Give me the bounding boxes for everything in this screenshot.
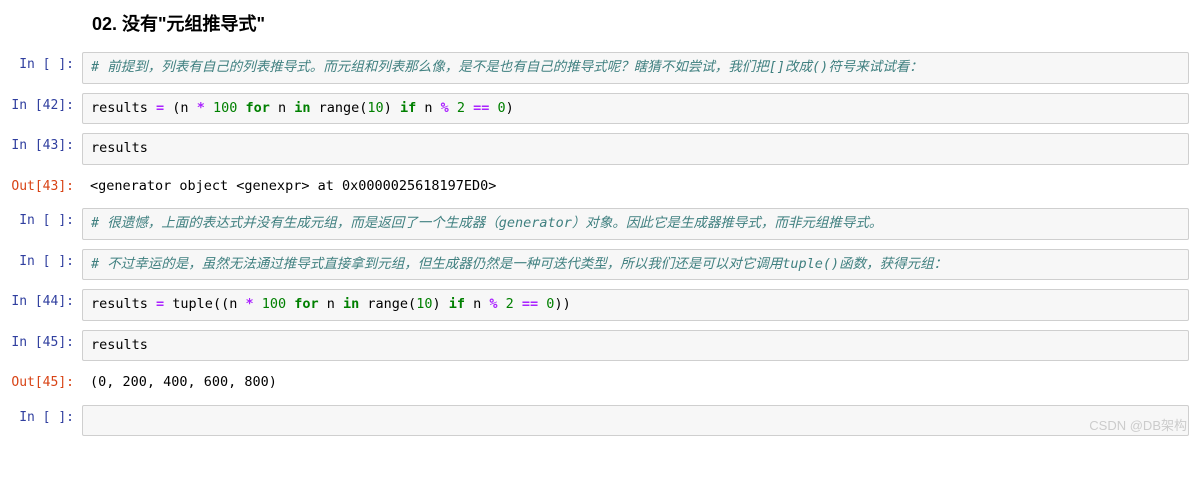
code-token: tuple((n: [164, 296, 245, 312]
code-token: 0: [538, 296, 554, 312]
code-token: n: [319, 296, 343, 312]
output-prompt: Out[45]:: [0, 370, 82, 391]
code-token: ==: [514, 296, 538, 312]
code-token: in: [343, 296, 359, 312]
code-token: )): [554, 296, 570, 312]
code-cell: In [ ]: # 前提到，列表有自己的列表推导式。而元组和列表那么像，是不是也…: [0, 49, 1197, 87]
section-heading: 02. 没有"元组推导式": [0, 0, 1197, 46]
code-input[interactable]: results = tuple((n * 100 for n in range(…: [82, 289, 1189, 321]
code-cell: In [42]: results = (n * 100 for n in ran…: [0, 90, 1197, 128]
code-token: (n: [164, 100, 197, 116]
code-output: (0, 200, 400, 600, 800): [82, 370, 1189, 396]
input-prompt: In [ ]:: [0, 52, 82, 73]
code-token: in: [294, 100, 310, 116]
code-token: n: [270, 100, 294, 116]
code-token: range(: [311, 100, 368, 116]
code-token: =: [156, 100, 164, 116]
input-prompt: In [ ]:: [0, 249, 82, 270]
comment-text: # 不过幸运的是，虽然无法通过推导式直接拿到元组，但生成器仍然是一种可迭代类型，…: [91, 256, 947, 272]
input-prompt: In [44]:: [0, 289, 82, 310]
output-cell: Out[45]: (0, 200, 400, 600, 800): [0, 367, 1197, 399]
code-token: 100: [254, 296, 287, 312]
input-prompt: In [43]:: [0, 133, 82, 154]
code-token: 2: [498, 296, 514, 312]
code-input[interactable]: # 很遗憾，上面的表达式并没有生成元组，而是返回了一个生成器（generator…: [82, 208, 1189, 240]
output-cell: Out[43]: <generator object <genexpr> at …: [0, 171, 1197, 203]
code-input[interactable]: [82, 405, 1189, 437]
code-token: %: [489, 296, 497, 312]
input-prompt: In [42]:: [0, 93, 82, 114]
notebook-container: 02. 没有"元组推导式" In [ ]: # 前提到，列表有自己的列表推导式。…: [0, 0, 1197, 439]
code-token: results: [91, 140, 148, 156]
code-cell: In [44]: results = tuple((n * 100 for n …: [0, 286, 1197, 324]
comment-text: # 很遗憾，上面的表达式并没有生成元组，而是返回了一个生成器（generator…: [91, 215, 882, 231]
code-cell: In [ ]: # 不过幸运的是，虽然无法通过推导式直接拿到元组，但生成器仍然是…: [0, 246, 1197, 284]
code-token: n: [465, 296, 489, 312]
code-output: <generator object <genexpr> at 0x0000025…: [82, 174, 1189, 200]
input-prompt: In [ ]:: [0, 208, 82, 229]
code-token: 2: [449, 100, 465, 116]
code-token: *: [197, 100, 205, 116]
code-input[interactable]: results: [82, 133, 1189, 165]
code-input[interactable]: # 前提到，列表有自己的列表推导式。而元组和列表那么像，是不是也有自己的推导式呢…: [82, 52, 1189, 84]
code-token: ): [384, 100, 400, 116]
code-token: results: [91, 337, 148, 353]
output-prompt: Out[43]:: [0, 174, 82, 195]
code-cell: In [45]: results: [0, 327, 1197, 365]
code-token: if: [400, 100, 416, 116]
code-input[interactable]: results: [82, 330, 1189, 362]
code-cell: In [ ]:: [0, 402, 1197, 440]
code-token: 0: [489, 100, 505, 116]
code-cell: In [43]: results: [0, 130, 1197, 168]
code-token: =: [156, 296, 164, 312]
code-token: ==: [465, 100, 489, 116]
comment-text: # 前提到，列表有自己的列表推导式。而元组和列表那么像，是不是也有自己的推导式呢…: [91, 59, 923, 75]
code-token: 100: [205, 100, 238, 116]
code-token: 10: [367, 100, 383, 116]
code-token: n: [416, 100, 440, 116]
input-prompt: In [ ]:: [0, 405, 82, 426]
watermark-text: CSDN @DB架构: [1089, 415, 1187, 434]
code-token: %: [441, 100, 449, 116]
code-token: if: [449, 296, 465, 312]
code-token: 10: [416, 296, 432, 312]
code-token: *: [245, 296, 253, 312]
code-token: ): [506, 100, 514, 116]
code-token: results: [91, 296, 156, 312]
code-token: for: [237, 100, 270, 116]
code-token: ): [432, 296, 448, 312]
code-token: range(: [359, 296, 416, 312]
code-input[interactable]: results = (n * 100 for n in range(10) if…: [82, 93, 1189, 125]
code-token: for: [286, 296, 319, 312]
input-prompt: In [45]:: [0, 330, 82, 351]
code-cell: In [ ]: # 很遗憾，上面的表达式并没有生成元组，而是返回了一个生成器（g…: [0, 205, 1197, 243]
code-input[interactable]: # 不过幸运的是，虽然无法通过推导式直接拿到元组，但生成器仍然是一种可迭代类型，…: [82, 249, 1189, 281]
code-token: results: [91, 100, 156, 116]
